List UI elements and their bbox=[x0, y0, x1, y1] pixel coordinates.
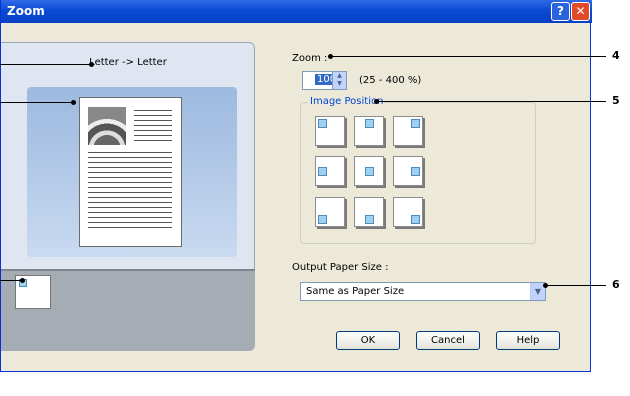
callout-dot-paper bbox=[89, 62, 94, 67]
callout-line-6 bbox=[545, 285, 606, 286]
title-bar: Zoom ? ✕ bbox=[1, 0, 592, 23]
help-button[interactable]: Help bbox=[496, 331, 560, 350]
callout-dot-output-thumb bbox=[20, 278, 25, 283]
callout-line-5 bbox=[376, 101, 606, 102]
preview-area bbox=[27, 87, 237, 257]
callout-dot-5 bbox=[374, 99, 379, 104]
position-center-button[interactable] bbox=[354, 156, 384, 186]
zoom-range: (25 - 400 %) bbox=[359, 75, 422, 86]
position-top-center-button[interactable] bbox=[354, 116, 384, 146]
output-paper-size-value: Same as Paper Size bbox=[306, 286, 405, 297]
output-paper-size-label: Output Paper Size : bbox=[292, 262, 389, 273]
position-bottom-right-button[interactable] bbox=[393, 197, 423, 227]
callout-line-4 bbox=[330, 56, 606, 57]
preview-panel: Letter -> Letter bbox=[1, 42, 255, 351]
preview-image-icon bbox=[88, 107, 126, 145]
zoom-spin-buttons[interactable]: ▲ ▼ bbox=[332, 72, 346, 89]
help-title-button[interactable]: ? bbox=[551, 2, 570, 21]
close-button[interactable]: ✕ bbox=[571, 2, 590, 21]
cancel-button[interactable]: Cancel bbox=[416, 331, 480, 350]
callout-dot-4 bbox=[328, 54, 333, 59]
position-bottom-center-button[interactable] bbox=[354, 197, 384, 227]
zoom-spinbox[interactable]: 100 ▲ ▼ bbox=[302, 71, 347, 90]
output-paper-size-select[interactable]: Same as Paper Size ▼ bbox=[300, 282, 546, 301]
position-top-left-button[interactable] bbox=[315, 116, 345, 146]
zoom-label: Zoom : bbox=[292, 53, 328, 64]
callout-line-paper bbox=[0, 64, 92, 65]
window-title: Zoom bbox=[7, 4, 45, 18]
position-middle-left-button[interactable] bbox=[315, 156, 345, 186]
position-bottom-left-button[interactable] bbox=[315, 197, 345, 227]
callout-number-5: 5 bbox=[612, 94, 620, 107]
paper-size-label: Letter -> Letter bbox=[89, 57, 167, 68]
position-top-right-button[interactable] bbox=[393, 116, 423, 146]
callout-number-6: 6 bbox=[612, 278, 620, 291]
position-middle-right-button[interactable] bbox=[393, 156, 423, 186]
output-preview-band bbox=[1, 269, 255, 351]
preview-page bbox=[79, 97, 182, 247]
ok-button[interactable]: OK bbox=[336, 331, 400, 350]
callout-dot-preview bbox=[71, 100, 76, 105]
callout-line-preview bbox=[0, 102, 74, 103]
callout-dot-6 bbox=[543, 283, 548, 288]
callout-number-4: 4 bbox=[612, 49, 620, 62]
